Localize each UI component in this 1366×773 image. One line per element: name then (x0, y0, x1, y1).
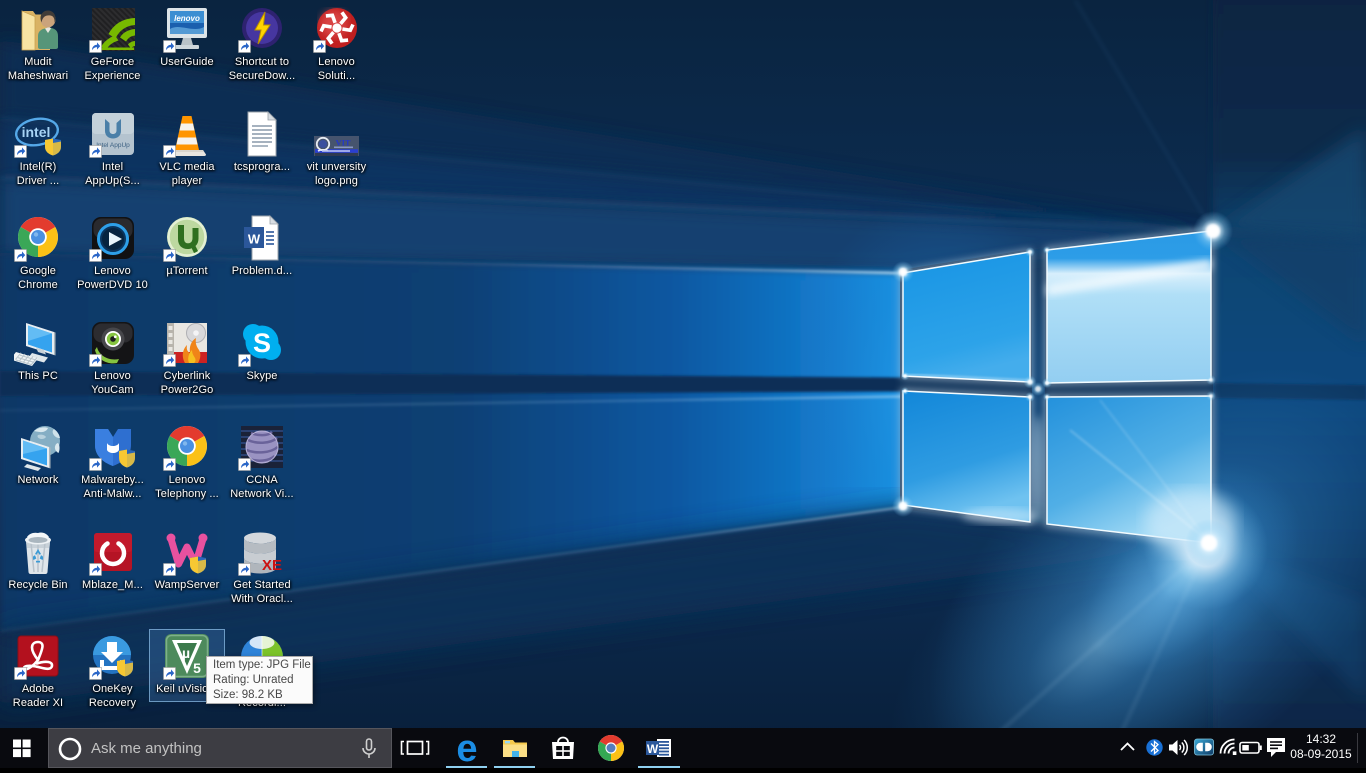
svg-text:µ: µ (182, 645, 190, 661)
svg-text:lenovo: lenovo (174, 14, 200, 23)
svg-text:XE: XE (262, 557, 282, 574)
svg-text:W: W (647, 742, 659, 756)
svg-text:W: W (248, 232, 261, 247)
svg-text:5: 5 (193, 660, 201, 676)
svg-text:VIT: VIT (335, 138, 350, 148)
svg-text:e: e (456, 728, 477, 768)
svg-text:intel: intel (22, 124, 51, 140)
svg-text:S: S (253, 328, 271, 358)
